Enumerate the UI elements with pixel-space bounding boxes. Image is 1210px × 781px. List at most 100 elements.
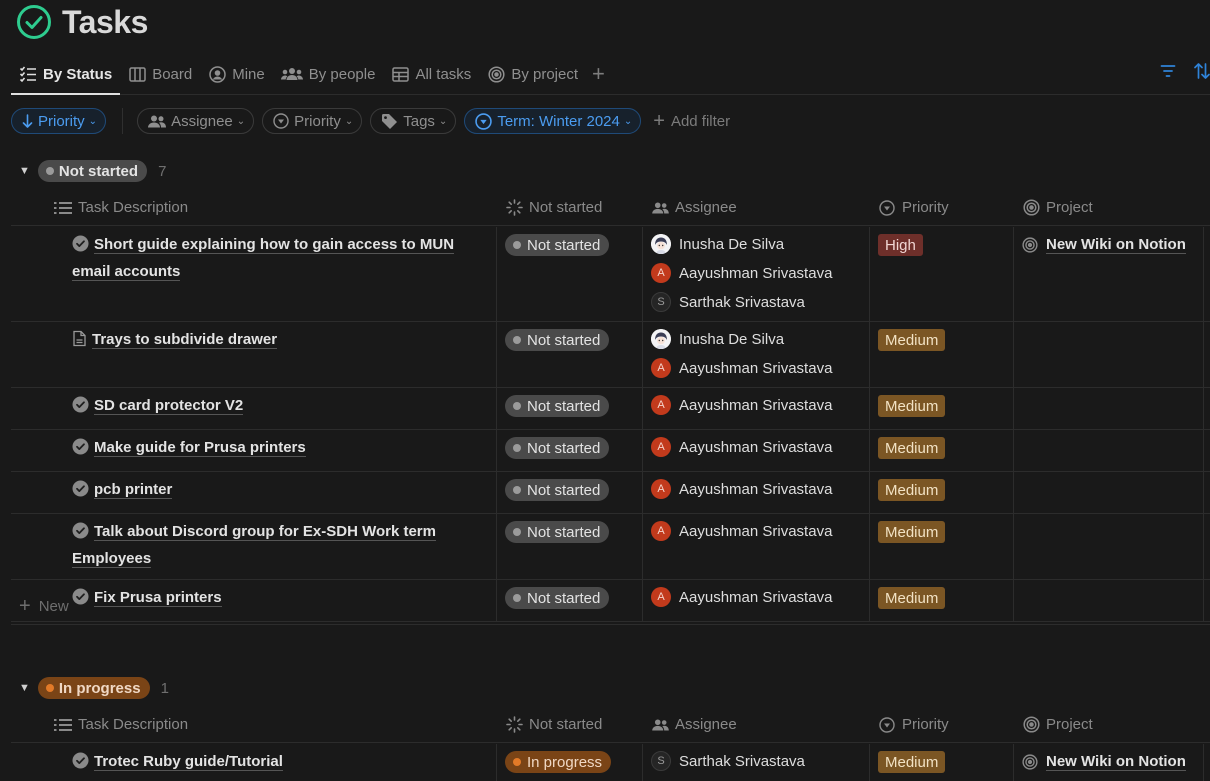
assignee[interactable]: A Aayushman Srivastava — [651, 394, 861, 416]
cell-project[interactable] — [1014, 430, 1204, 471]
document-icon — [72, 330, 87, 355]
priority-tag[interactable]: Medium — [878, 329, 946, 351]
task-title-link[interactable]: Trays to subdivide drawer — [92, 331, 278, 349]
cell-priority[interactable]: High — [870, 227, 1014, 321]
priority-tag[interactable]: Medium — [878, 521, 946, 543]
filter-icon[interactable] — [1160, 64, 1176, 83]
add-view-button[interactable]: + — [586, 56, 611, 92]
cell-project[interactable] — [1014, 472, 1204, 513]
cell-priority[interactable]: Medium — [870, 430, 1014, 471]
column-header-assignee[interactable]: Assignee — [643, 707, 870, 742]
priority-tag[interactable]: Medium — [878, 479, 946, 501]
priority-tag[interactable]: High — [878, 234, 923, 256]
cell-status[interactable]: Not started — [497, 430, 643, 471]
table-row[interactable]: pcb printer Not started A Aayushman Srivast… — [11, 472, 1210, 514]
filter-chip-term[interactable]: Term: Winter 2024 ⌄ — [464, 108, 642, 134]
tab-by-status[interactable]: By Status — [11, 56, 121, 95]
task-title-link[interactable]: SD card protector V2 — [94, 397, 244, 415]
table-row[interactable]: SD card protector V2 Not started A Aayushma… — [11, 388, 1210, 430]
cell-priority[interactable]: Medium — [870, 322, 1014, 387]
cell-project[interactable]: New Wiki on Notion — [1014, 227, 1204, 321]
cell-assignee[interactable]: A Aayushman Srivastava — [643, 388, 870, 429]
column-header-project[interactable]: Project — [1014, 707, 1204, 742]
filter-chip-tags[interactable]: Tags ⌄ — [370, 108, 457, 134]
filter-chip-assignee[interactable]: Assignee ⌄ — [137, 108, 255, 134]
new-row-button[interactable]: + New — [11, 589, 1210, 625]
table-row[interactable]: Make guide for Prusa printers Not started… — [11, 430, 1210, 472]
sort-icon[interactable] — [1194, 62, 1210, 85]
cell-status[interactable]: Not started — [497, 227, 643, 321]
cell-status[interactable]: Not started — [497, 514, 643, 579]
table-row[interactable]: Short guide explaining how to gain acces… — [11, 227, 1210, 322]
cell-priority[interactable]: Medium — [870, 744, 1014, 781]
priority-tag[interactable]: Medium — [878, 751, 946, 773]
status-pill[interactable]: Not started — [505, 395, 610, 417]
cell-status[interactable]: Not started — [497, 322, 643, 387]
filter-chip-priority[interactable]: Priority ⌄ — [262, 108, 363, 134]
status-pill[interactable]: In progress — [505, 751, 612, 773]
cell-assignee[interactable]: A Aayushman Srivastava — [643, 514, 870, 579]
cell-assignee[interactable]: Inusha De Silva A Aayushman Srivastava S Sar… — [643, 227, 870, 321]
column-header-task[interactable]: Task Description — [11, 707, 497, 742]
status-pill[interactable]: Not started — [505, 521, 610, 543]
tab-mine[interactable]: Mine — [200, 56, 273, 92]
table-row[interactable]: Trotec Ruby guide/Tutorial In progress S Sa… — [11, 744, 1210, 781]
status-pill[interactable]: Not started — [505, 234, 610, 256]
task-title-link[interactable]: Talk about Discord group for Ex-SDH Work… — [72, 523, 436, 568]
assignee[interactable]: S Sarthak Srivastava — [651, 750, 861, 772]
tab-board[interactable]: Board — [120, 56, 200, 92]
assignee[interactable]: A Aayushman Srivastava — [651, 357, 861, 379]
assignee[interactable]: Inusha De Silva — [651, 328, 861, 350]
add-filter-button[interactable]: + Add filter — [653, 110, 730, 133]
task-title-link[interactable]: Make guide for Prusa printers — [94, 439, 306, 457]
project-link[interactable]: New Wiki on Notion — [1046, 236, 1186, 254]
collapse-caret-icon[interactable]: ▼ — [19, 165, 30, 177]
assignee[interactable]: A Aayushman Srivastava — [651, 520, 861, 542]
status-pill[interactable]: Not started — [505, 437, 610, 459]
assignee[interactable]: A Aayushman Srivastava — [651, 262, 861, 284]
column-header-assignee[interactable]: Assignee — [643, 190, 870, 225]
table-row[interactable]: Trays to subdivide drawer Not started Inus… — [11, 322, 1210, 388]
cell-priority[interactable]: Medium — [870, 388, 1014, 429]
cell-assignee[interactable]: A Aayushman Srivastava — [643, 430, 870, 471]
task-title-link[interactable]: Short guide explaining how to gain acces… — [72, 236, 455, 281]
project-relation[interactable]: New Wiki on Notion — [1022, 750, 1195, 774]
assignee[interactable]: A Aayushman Srivastava — [651, 436, 861, 458]
column-header-status[interactable]: Not started — [497, 190, 643, 225]
tab-all-tasks[interactable]: All tasks — [383, 56, 479, 92]
target-icon — [1022, 716, 1040, 734]
assignee[interactable]: Inusha De Silva — [651, 233, 861, 255]
cell-assignee[interactable]: A Aayushman Srivastava — [643, 472, 870, 513]
cell-assignee[interactable]: Inusha De Silva A Aayushman Srivastava — [643, 322, 870, 387]
priority-tag[interactable]: Medium — [878, 395, 946, 417]
cell-status[interactable]: In progress — [497, 744, 643, 781]
cell-project[interactable] — [1014, 322, 1204, 387]
task-title-link[interactable]: Trotec Ruby guide/Tutorial — [94, 753, 283, 771]
assignee[interactable]: S Sarthak Srivastava — [651, 291, 861, 313]
status-pill[interactable]: Not started — [505, 479, 610, 501]
cell-priority[interactable]: Medium — [870, 472, 1014, 513]
cell-project[interactable] — [1014, 388, 1204, 429]
task-title-link[interactable]: pcb printer — [94, 481, 173, 499]
cell-status[interactable]: Not started — [497, 472, 643, 513]
cell-project[interactable] — [1014, 514, 1204, 579]
table-row[interactable]: Talk about Discord group for Ex-SDH Work… — [11, 514, 1210, 580]
tab-by-project[interactable]: By project — [479, 56, 586, 92]
column-header-priority[interactable]: Priority — [870, 707, 1014, 742]
cell-priority[interactable]: Medium — [870, 514, 1014, 579]
status-pill[interactable]: Not started — [505, 329, 610, 351]
cell-assignee[interactable]: S Sarthak Srivastava — [643, 744, 870, 781]
assignee[interactable]: A Aayushman Srivastava — [651, 478, 861, 500]
cell-project[interactable]: New Wiki on Notion — [1014, 744, 1204, 781]
column-header-project[interactable]: Project — [1014, 190, 1204, 225]
priority-tag[interactable]: Medium — [878, 437, 946, 459]
sort-chip-priority[interactable]: Priority ⌄ — [11, 108, 107, 134]
cell-status[interactable]: Not started — [497, 388, 643, 429]
tab-by-people[interactable]: By people — [273, 56, 384, 92]
column-header-priority[interactable]: Priority — [870, 190, 1014, 225]
project-relation[interactable]: New Wiki on Notion — [1022, 233, 1195, 257]
collapse-caret-icon[interactable]: ▼ — [19, 682, 30, 694]
column-header-task[interactable]: Task Description — [11, 190, 497, 225]
column-header-status[interactable]: Not started — [497, 707, 643, 742]
project-link[interactable]: New Wiki on Notion — [1046, 753, 1186, 771]
